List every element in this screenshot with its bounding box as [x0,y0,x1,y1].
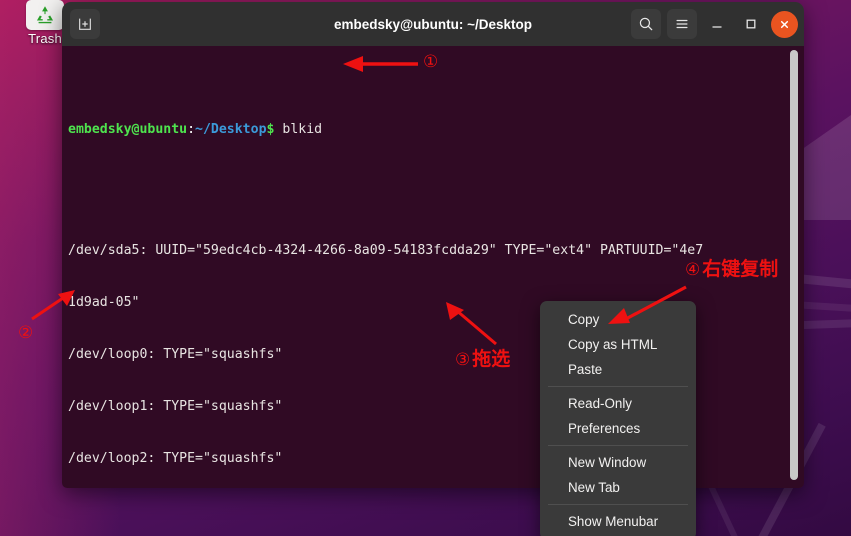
terminal-scrollbar[interactable] [790,50,798,480]
context-menu-item-copy[interactable]: Copy [540,307,696,332]
context-menu-separator [548,386,688,387]
context-menu-item-preferences[interactable]: Preferences [540,416,696,441]
screen: Trash embedsky@ubuntu: ~/Desktop embedsk… [0,0,851,536]
terminal-prompt-line: embedsky@ubuntu:~/Desktop$ blkid [68,121,804,138]
context-menu-separator [548,504,688,505]
terminal-titlebar[interactable]: embedsky@ubuntu: ~/Desktop [62,2,804,46]
new-tab-icon [79,18,91,30]
trash-recycle-icon [26,0,64,30]
new-tab-button[interactable] [70,9,100,39]
minimize-icon [712,26,722,28]
context-menu-item-new-window[interactable]: New Window [540,450,696,475]
context-menu-item-show-menubar[interactable]: Show Menubar [540,509,696,534]
titlebar-controls [631,9,798,39]
hamburger-menu-icon [676,19,688,29]
context-menu-item-read-only[interactable]: Read-Only [540,391,696,416]
context-menu-item-copy-as-html[interactable]: Copy as HTML [540,332,696,357]
context-menu-item-new-tab[interactable]: New Tab [540,475,696,500]
context-menu-item-paste[interactable]: Paste [540,357,696,382]
terminal-command: blkid [282,122,323,138]
prompt-user: embedsky@ubuntu [68,122,188,138]
maximize-button[interactable] [737,10,765,38]
maximize-icon [746,19,756,29]
prompt-path: ~/Desktop [195,122,267,138]
prompt-colon: : [187,122,196,138]
output-line: /dev/sda5: UUID="59edc4cb-4324-4266-8a09… [68,243,704,259]
context-menu-separator [548,445,688,446]
minimize-button[interactable] [703,10,731,38]
terminal-context-menu[interactable]: Copy Copy as HTML Paste Read-Only Prefer… [540,301,696,536]
search-button[interactable] [631,9,661,39]
search-icon [639,17,653,31]
close-button[interactable] [771,10,798,38]
close-icon [780,20,789,28]
menu-button[interactable] [667,9,697,39]
prompt-sigil: $ [266,122,275,138]
